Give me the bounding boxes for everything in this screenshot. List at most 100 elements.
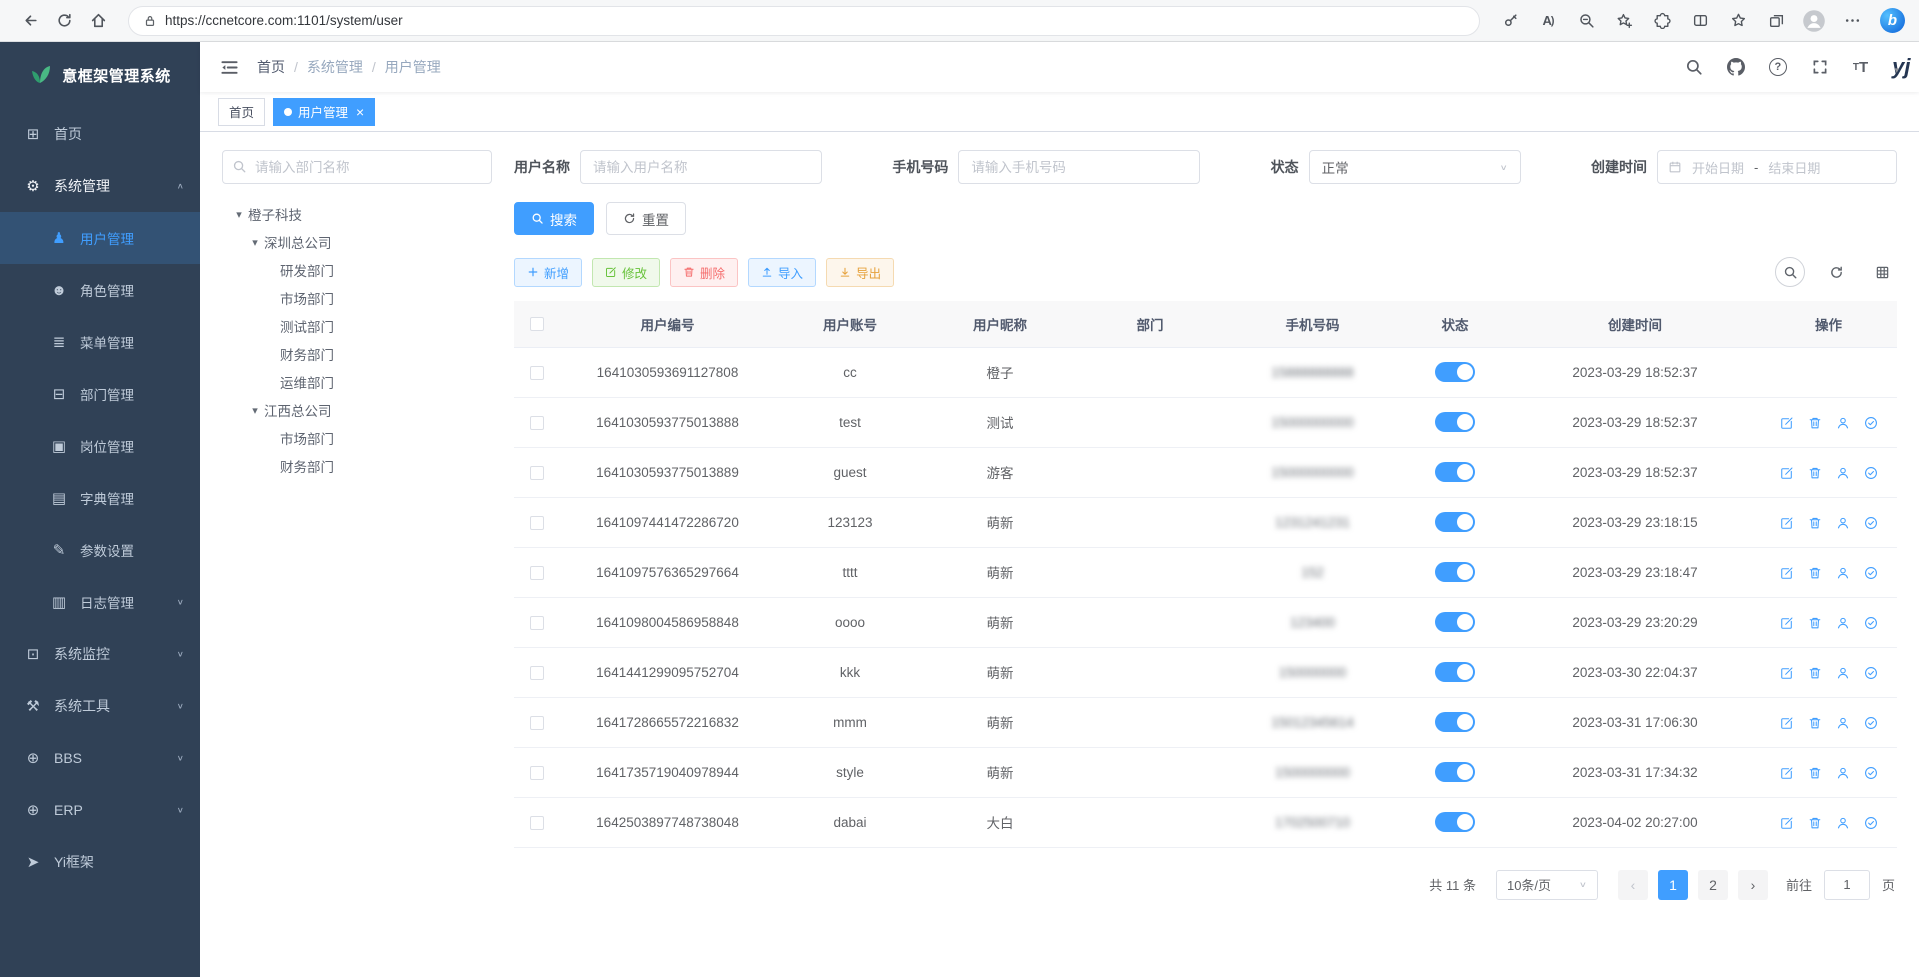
status-toggle[interactable] [1435, 762, 1475, 782]
sidebar-item[interactable]: ⊞首页 [0, 108, 200, 160]
password-key-icon[interactable] [1494, 5, 1526, 37]
status-toggle[interactable] [1435, 712, 1475, 732]
reset-password-icon[interactable] [1836, 766, 1850, 780]
refresh-table-icon[interactable] [1821, 257, 1851, 287]
row-checkbox[interactable] [530, 716, 544, 730]
delete-icon[interactable] [1808, 616, 1822, 630]
sidebar-item[interactable]: ⚒系统工具∨ [0, 680, 200, 732]
date-range-picker[interactable]: 开始日期 - 结束日期 [1657, 150, 1897, 184]
help-icon[interactable]: ? [1769, 58, 1787, 76]
split-screen-icon[interactable] [1684, 5, 1716, 37]
row-checkbox[interactable] [530, 566, 544, 580]
tree-node[interactable]: 运维部门 [222, 368, 492, 396]
reset-password-icon[interactable] [1836, 466, 1850, 480]
dept-search-input[interactable] [222, 150, 492, 184]
row-checkbox[interactable] [530, 366, 544, 380]
goto-page-input[interactable] [1824, 870, 1870, 900]
reset-password-icon[interactable] [1836, 566, 1850, 580]
edit-icon[interactable] [1780, 666, 1794, 680]
sidebar-item[interactable]: ▣岗位管理 [0, 420, 200, 472]
tree-node[interactable]: 市场部门 [222, 424, 492, 452]
tree-node[interactable]: 测试部门 [222, 312, 492, 340]
authorize-icon[interactable] [1864, 616, 1878, 630]
authorize-icon[interactable] [1864, 816, 1878, 830]
reset-password-icon[interactable] [1836, 616, 1850, 630]
tree-node[interactable]: ▾江西总公司 [222, 396, 492, 424]
status-toggle[interactable] [1435, 412, 1475, 432]
authorize-icon[interactable] [1864, 666, 1878, 680]
status-toggle[interactable] [1435, 362, 1475, 382]
delete-icon[interactable] [1808, 416, 1822, 430]
sidebar-item[interactable]: ⚙系统管理∧ [0, 160, 200, 212]
breadcrumb-item[interactable]: 首页 [257, 57, 285, 77]
home-icon[interactable] [82, 5, 114, 37]
github-icon[interactable] [1727, 58, 1745, 76]
search-button[interactable]: 搜索 [514, 202, 594, 235]
edit-icon[interactable] [1780, 466, 1794, 480]
sidebar-item[interactable]: ⊕BBS∨ [0, 732, 200, 784]
status-toggle[interactable] [1435, 612, 1475, 632]
status-toggle[interactable] [1435, 812, 1475, 832]
username-input[interactable] [580, 150, 822, 184]
next-page-button[interactable]: › [1738, 870, 1768, 900]
reset-password-icon[interactable] [1836, 716, 1850, 730]
search-icon[interactable] [1685, 58, 1703, 76]
import-button[interactable]: 导入 [748, 258, 816, 287]
authorize-icon[interactable] [1864, 566, 1878, 580]
font-size-icon[interactable]: TT [1853, 59, 1868, 76]
favorites-bar-icon[interactable] [1722, 5, 1754, 37]
row-checkbox[interactable] [530, 466, 544, 480]
edit-icon[interactable] [1780, 766, 1794, 780]
row-checkbox[interactable] [530, 666, 544, 680]
authorize-icon[interactable] [1864, 416, 1878, 430]
sidebar-item[interactable]: ☻角色管理 [0, 264, 200, 316]
tree-node[interactable]: 财务部门 [222, 340, 492, 368]
row-checkbox[interactable] [530, 616, 544, 630]
delete-button[interactable]: 删除 [670, 258, 738, 287]
tree-node[interactable]: ▾深圳总公司 [222, 228, 492, 256]
reset-button[interactable]: 重置 [606, 202, 686, 235]
row-checkbox[interactable] [530, 516, 544, 530]
status-toggle[interactable] [1435, 562, 1475, 582]
tree-node[interactable]: 市场部门 [222, 284, 492, 312]
page-size-select[interactable]: 10条/页 ∨ [1496, 870, 1598, 900]
delete-icon[interactable] [1808, 566, 1822, 580]
select-all-checkbox[interactable] [530, 317, 544, 331]
more-menu-icon[interactable] [1836, 5, 1868, 37]
modify-button[interactable]: 修改 [592, 258, 660, 287]
zoom-icon[interactable] [1570, 5, 1602, 37]
favorite-star-icon[interactable] [1608, 5, 1640, 37]
row-checkbox[interactable] [530, 816, 544, 830]
prev-page-button[interactable]: ‹ [1618, 870, 1648, 900]
edit-icon[interactable] [1780, 566, 1794, 580]
page-button-2[interactable]: 2 [1698, 870, 1728, 900]
reset-password-icon[interactable] [1836, 816, 1850, 830]
sidebar-item[interactable]: ⊡系统监控∨ [0, 628, 200, 680]
status-toggle[interactable] [1435, 512, 1475, 532]
delete-icon[interactable] [1808, 766, 1822, 780]
export-button[interactable]: 导出 [826, 258, 894, 287]
sidebar-item[interactable]: ⊟部门管理 [0, 368, 200, 420]
sidebar-item[interactable]: ≣菜单管理 [0, 316, 200, 368]
hamburger-icon[interactable] [220, 58, 239, 77]
sidebar-item[interactable]: ♟用户管理 [0, 212, 200, 264]
sidebar-item[interactable]: ➤Yi框架 [0, 836, 200, 888]
collections-icon[interactable] [1760, 5, 1792, 37]
add-button[interactable]: 新增 [514, 258, 582, 287]
delete-icon[interactable] [1808, 716, 1822, 730]
sidebar-item[interactable]: ✎参数设置 [0, 524, 200, 576]
row-checkbox[interactable] [530, 766, 544, 780]
back-icon[interactable] [14, 5, 46, 37]
extensions-icon[interactable] [1646, 5, 1678, 37]
authorize-icon[interactable] [1864, 716, 1878, 730]
edit-icon[interactable] [1780, 816, 1794, 830]
tag-item[interactable]: 用户管理× [273, 98, 375, 126]
fullscreen-icon[interactable] [1811, 58, 1829, 76]
edit-icon[interactable] [1780, 516, 1794, 530]
copilot-icon[interactable]: b [1880, 8, 1905, 33]
tree-node[interactable]: ▾橙子科技 [222, 200, 492, 228]
read-aloud-icon[interactable]: A) [1532, 5, 1564, 37]
breadcrumb-item[interactable]: 系统管理 [307, 57, 363, 77]
toggle-search-icon[interactable] [1775, 257, 1805, 287]
reset-password-icon[interactable] [1836, 516, 1850, 530]
